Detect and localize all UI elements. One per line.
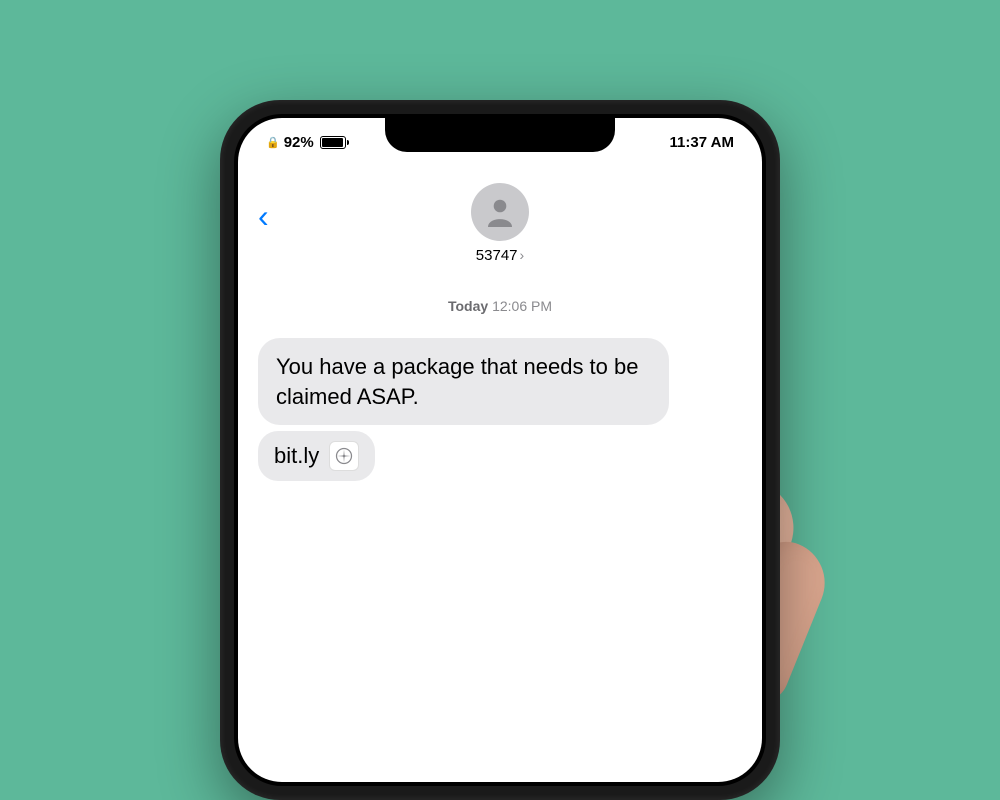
phone-bezel: 🔒 92% 11:37 AM ‹ 53747: [234, 114, 766, 786]
contact-number: 53747: [476, 247, 518, 264]
battery-fill: [322, 138, 343, 147]
contact-avatar[interactable]: [471, 183, 529, 241]
link-text: bit.ly: [274, 443, 319, 469]
status-left: 🔒 92%: [266, 134, 346, 151]
notch: [385, 118, 615, 152]
conversation-header: ‹ 53747 ›: [238, 168, 762, 278]
status-time: 11:37 AM: [670, 134, 734, 151]
message-bubble[interactable]: You have a package that needs to be clai…: [258, 338, 669, 425]
phone-screen: 🔒 92% 11:37 AM ‹ 53747: [238, 118, 762, 782]
messages-area: Today 12:06 PM You have a package that n…: [238, 288, 762, 491]
link-preview-icon[interactable]: [329, 441, 359, 471]
conversation-timestamp: Today 12:06 PM: [258, 298, 742, 314]
compass-icon: [334, 446, 354, 466]
battery-icon: [320, 136, 346, 149]
battery-percent: 92%: [284, 134, 314, 151]
lock-icon: 🔒: [266, 136, 280, 149]
timestamp-time: 12:06 PM: [492, 298, 552, 314]
phone-frame: 🔒 92% 11:37 AM ‹ 53747: [220, 100, 780, 800]
link-bubble[interactable]: bit.ly: [258, 431, 375, 481]
timestamp-day: Today: [448, 298, 488, 314]
contact-name-row[interactable]: 53747 ›: [476, 247, 524, 264]
back-button[interactable]: ‹: [258, 198, 269, 235]
person-icon: [482, 194, 518, 230]
chevron-right-icon: ›: [520, 247, 525, 263]
